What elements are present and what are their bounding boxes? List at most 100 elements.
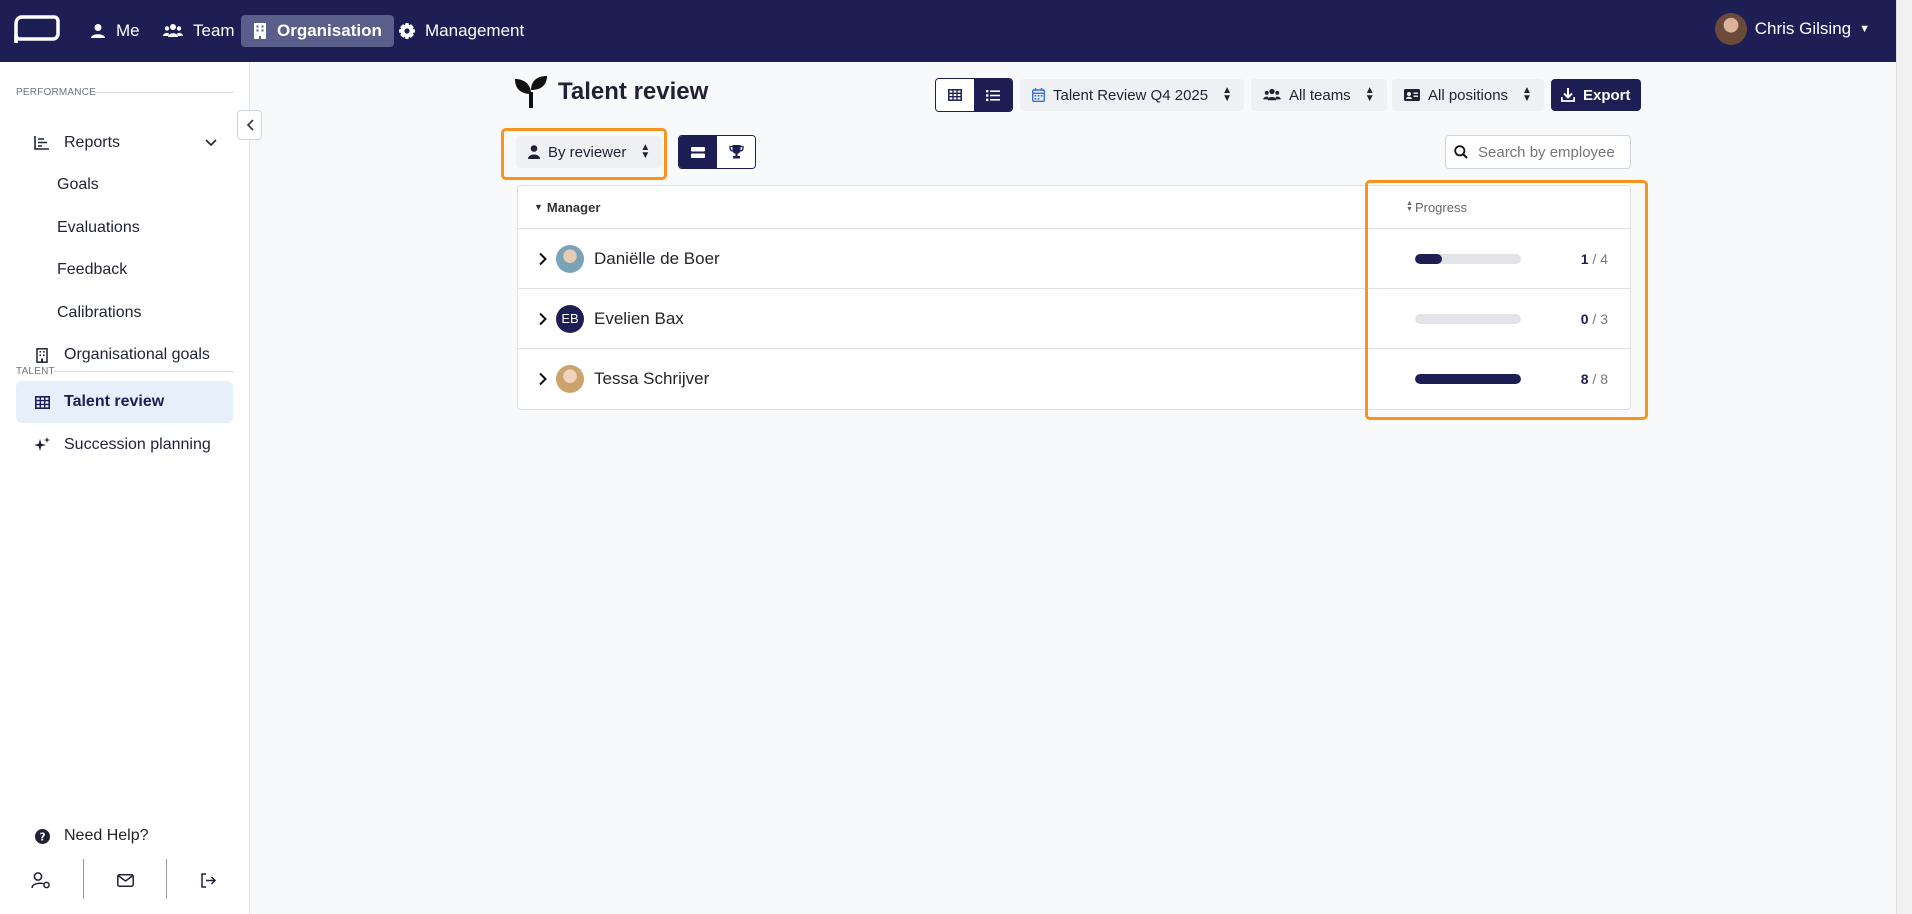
progress-done: 0 [1580,310,1589,327]
export-button[interactable]: Export [1551,79,1641,111]
bars-icon [691,146,705,158]
logout-icon [201,872,217,888]
search-input[interactable] [1478,143,1618,161]
progress-bar-fill [1415,253,1442,264]
page-title: Talent review [558,78,709,105]
sort-icon: ▲ ▼ [640,142,651,161]
question-circle-icon: ? [34,828,50,844]
display-toggle [678,135,756,169]
chevron-right-icon[interactable] [536,252,550,266]
avatar [556,244,584,273]
positions-select[interactable]: All positions ▲ ▼ [1392,79,1544,111]
view-toggle [935,78,1013,112]
trophy-icon [728,145,744,159]
sidebar-item-calibrations[interactable]: Calibrations [16,292,233,334]
progress-total: / 3 [1592,310,1608,327]
nav-team[interactable]: Team [151,15,247,47]
nav-team-label: Team [193,21,235,40]
envelope-icon [116,873,134,887]
app-logo[interactable] [14,14,60,46]
chart-icon [34,136,49,150]
collapse-sidebar-button[interactable] [237,110,262,140]
table-row[interactable]: Daniëlle de Boer 1 / 4 [518,229,1630,289]
progress-bar [1415,374,1521,384]
sidebar-item-label: Organisational goals [64,346,210,363]
teams-select[interactable]: All teams ▲ ▼ [1251,79,1387,111]
list-view-button[interactable] [974,79,1012,111]
sparkles-icon [34,437,50,451]
export-label: Export [1583,86,1631,104]
progress-done: 1 [1580,250,1589,267]
avatar [556,365,584,393]
chevron-right-icon[interactable] [536,372,550,386]
messages-button[interactable] [84,859,167,901]
table-header: ▼ Manager ▲ ▼ Progress [518,186,1630,229]
scrollbar[interactable] [1896,0,1912,914]
progress-total: / 8 [1592,371,1608,387]
table-row[interactable]: Tessa Schrijver 8 / 8 [518,349,1630,409]
progress-column-header[interactable]: ▲ ▼ Progress [1406,200,1467,215]
sidebar-item-label: Talent review [64,393,165,410]
building-icon [254,23,266,39]
nav-me[interactable]: Me [78,15,152,47]
sidebar-item-label: Reports [64,134,121,151]
sidebar-footer [0,859,250,901]
chevron-down-icon [205,139,217,147]
user-icon [91,24,105,38]
sidebar-item-reports[interactable]: Reports [16,122,233,164]
reviewer-name: Daniëlle de Boer [594,248,720,268]
table-icon [34,395,50,409]
grid-view-button[interactable] [936,79,974,111]
sort-desc-icon: ▼ [534,202,543,212]
progress-total: / 4 [1592,250,1608,267]
user-name: Chris Gilsing [1754,19,1852,38]
progress-bar [1415,253,1521,264]
group-by-label: By reviewer [548,143,627,161]
sidebar-item-succession-planning[interactable]: Succession planning [16,424,233,466]
chevron-left-icon [246,119,254,131]
sort-icon: ▲ ▼ [1406,200,1413,213]
help-link[interactable]: ? Need Help? [16,820,233,852]
sidebar-item-talent-review[interactable]: Talent review [16,381,233,423]
table-row[interactable]: EB Evelien Bax 0 / 3 [518,289,1630,349]
group-by-select[interactable]: By reviewer ▲ ▼ [516,136,663,168]
user-menu[interactable]: Chris Gilsing ▼ [1714,13,1870,45]
progress-count: 8 / 8 [1563,371,1608,387]
caret-down-icon: ▼ [1859,23,1870,35]
sidebar-item-goals[interactable]: Goals [16,164,233,206]
manager-column-header[interactable]: ▼ Manager [534,200,600,215]
review-cycle-select[interactable]: Talent Review Q4 2025 ▲ ▼ [1020,79,1244,111]
review-cycle-label: Talent Review Q4 2025 [1053,86,1209,104]
progress-done: 8 [1580,371,1589,387]
progress-column-label: Progress [1414,199,1467,215]
building-icon [36,347,48,363]
top-navbar: Me Team Organisation Management Chris Gi… [0,0,1896,62]
rows-view-button[interactable] [679,136,717,168]
help-label: Need Help? [64,827,149,844]
nav-organisation[interactable]: Organisation [241,15,394,47]
sidebar-item-label: Evaluations [57,219,140,236]
sidebar-item-label: Feedback [57,261,128,278]
progress-count: 1 / 4 [1563,251,1608,267]
nav-management[interactable]: Management [387,15,536,47]
sort-icon: ▲ ▼ [1522,85,1532,104]
sidebar-item-evaluations[interactable]: Evaluations [16,207,233,249]
chevron-right-icon[interactable] [536,312,550,326]
sidebar-item-label: Succession planning [64,436,211,453]
nav-management-label: Management [425,21,525,40]
list-icon [986,89,1000,101]
nav-me-label: Me [116,21,140,40]
account-settings-button[interactable] [0,859,83,901]
ranking-view-button[interactable] [717,136,755,168]
progress-bar-fill [1415,374,1521,384]
logout-button[interactable] [167,859,250,901]
users-icon [1263,88,1281,101]
sidebar-item-feedback[interactable]: Feedback [16,249,233,291]
reviewer-name: Evelien Bax [594,308,684,328]
calendar-icon [1032,88,1045,102]
sidebar-item-label: Calibrations [57,304,142,321]
page-header: Talent review [514,76,708,108]
search-icon [1454,145,1468,159]
avatar: EB [556,304,584,333]
section-divider [94,92,233,93]
